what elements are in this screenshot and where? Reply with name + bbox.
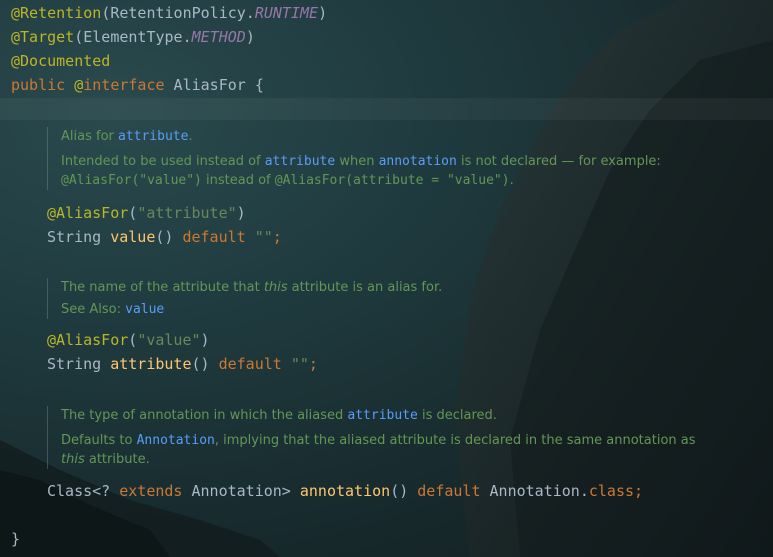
doc-line: Defaults to Annotation, implying that th… <box>61 433 696 448</box>
javadoc-annotation: The type of annotation in which the alia… <box>47 406 696 469</box>
attribute-method-line: String attribute() default ""; <box>47 355 318 373</box>
doc-line: @AliasFor("value") instead of @AliasFor(… <box>61 173 514 188</box>
code-editor[interactable]: @Retention(RetentionPolicy.RUNTIME) @Tar… <box>0 0 773 557</box>
closing-brace-line: } <box>11 530 21 548</box>
doc-line: The name of the attribute that this attr… <box>61 280 443 295</box>
javadoc-attribute: The name of the attribute that this attr… <box>47 278 442 319</box>
doc-line: See Also: value <box>61 302 165 317</box>
alias-for-value-line: @AliasFor("value") <box>47 331 210 349</box>
retention-annotation-line: @Retention(RetentionPolicy.RUNTIME) <box>11 4 328 22</box>
doc-link-annotation-class[interactable]: Annotation <box>137 433 215 448</box>
doc-line: Intended to be used instead of attribute… <box>61 154 661 169</box>
annotation-method-line: Class<? extends Annotation> annotation()… <box>47 482 644 500</box>
current-line-highlight <box>0 98 773 120</box>
value-method-line: String value() default ""; <box>47 228 282 246</box>
doc-link-attribute[interactable]: attribute <box>265 154 335 169</box>
doc-line: Alias for attribute. <box>61 129 193 144</box>
doc-link-annotation[interactable]: annotation <box>379 154 457 169</box>
doc-link-attribute[interactable]: attribute <box>347 408 417 423</box>
target-annotation-line: @Target(ElementType.METHOD) <box>11 28 255 46</box>
javadoc-value: Alias for attribute. Intended to be used… <box>47 127 661 190</box>
doc-link-value[interactable]: value <box>125 302 164 317</box>
doc-line: The type of annotation in which the alia… <box>61 408 497 423</box>
alias-for-attribute-line: @AliasFor("attribute") <box>47 204 246 222</box>
doc-link-attribute[interactable]: attribute <box>118 129 188 144</box>
doc-line: this attribute. <box>61 452 150 467</box>
documented-annotation-line: @Documented <box>11 52 111 70</box>
interface-declaration-line: public @interface AliasFor { <box>11 76 264 94</box>
